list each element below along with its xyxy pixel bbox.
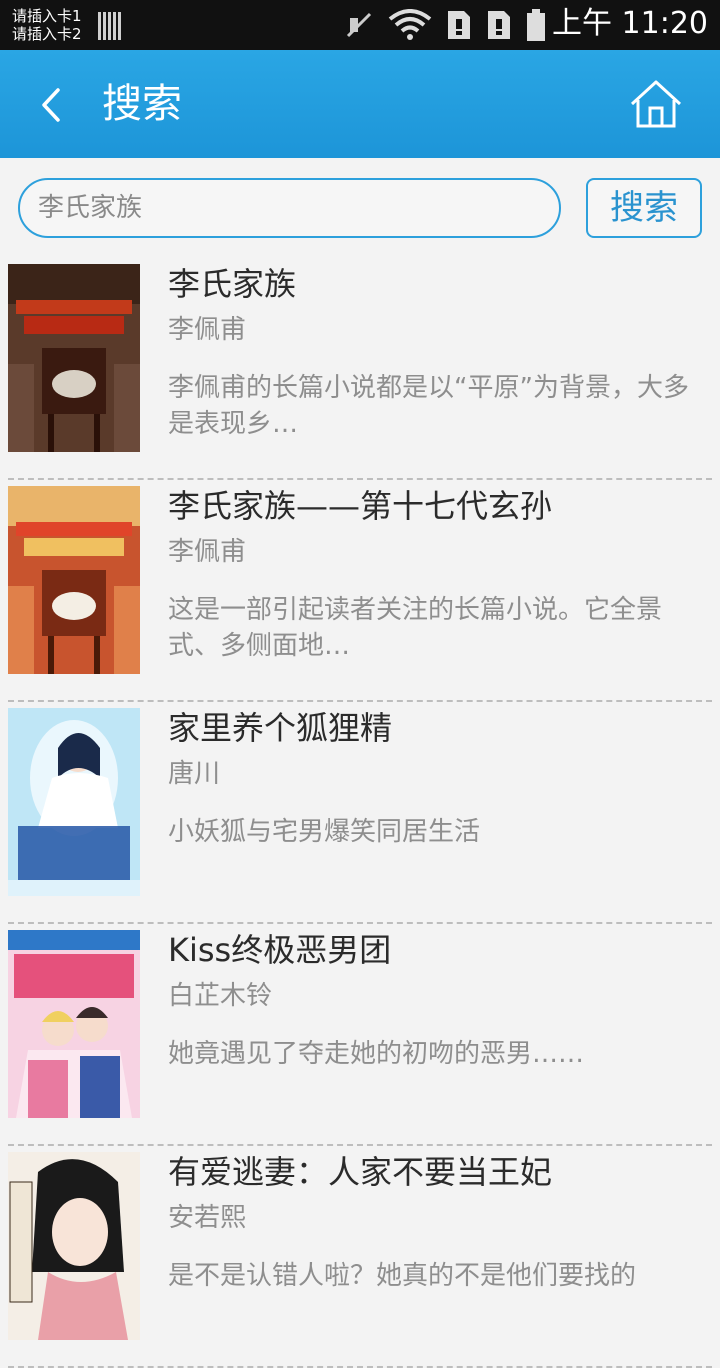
battery-icon (527, 9, 545, 41)
search-button[interactable]: 搜索 (586, 178, 702, 238)
book-title: 有爱逃妻：人家不要当王妃 (168, 1153, 553, 1191)
sim-card-icon (448, 11, 470, 39)
list-item[interactable]: 家里养个狐狸精 唐川 小妖狐与宅男爆笑同居生活 (0, 702, 720, 924)
status-icons (344, 8, 546, 42)
wifi-icon (388, 9, 432, 40)
back-button[interactable] (32, 80, 72, 130)
book-title: Kiss终极恶男团 (168, 931, 392, 969)
list-item[interactable]: 李氏家族 李佩甫 李佩甫的长篇小说都是以“平原”为背景，大多是表现乡… (0, 258, 720, 480)
page-title: 搜索 (102, 81, 182, 127)
book-author: 安若熙 (168, 1203, 247, 1233)
search-input[interactable]: 李氏家族 (18, 178, 561, 238)
book-author: 白芷木铃 (168, 981, 273, 1011)
list-item[interactable]: Kiss终极恶男团 白芷木铃 她竟遇见了夺走她的初吻的恶男…… (0, 924, 720, 1146)
sim1-text: 请插入卡1 (12, 7, 82, 25)
book-author: 唐川 (168, 759, 221, 789)
mute-icon (346, 12, 372, 38)
search-bar: 李氏家族 搜索 (0, 158, 720, 258)
book-description: 这是一部引起读者关注的长篇小说。它全景式、多侧面地… (168, 595, 663, 661)
book-cover (8, 486, 140, 674)
signal-icon (98, 10, 122, 40)
sim-status: 请插入卡1 请插入卡2 (12, 7, 82, 43)
home-button[interactable] (628, 78, 684, 130)
book-cover (8, 1152, 140, 1340)
book-description: 是不是认错人啦？她真的不是他们要找的 (168, 1261, 637, 1291)
status-bar: 请插入卡1 请插入卡2 上午 11:20 (0, 0, 720, 50)
book-cover (8, 264, 140, 452)
list-item[interactable]: 有爱逃妻：人家不要当王妃 安若熙 是不是认错人啦？她真的不是他们要找的 (0, 1146, 720, 1368)
book-cover (8, 930, 140, 1118)
book-description: 小妖狐与宅男爆笑同居生活 (168, 817, 481, 847)
book-title: 李氏家族 (168, 265, 297, 303)
result-list: 李氏家族 李佩甫 李佩甫的长篇小说都是以“平原”为背景，大多是表现乡… 李氏家族… (0, 258, 720, 1368)
book-description: 李佩甫的长篇小说都是以“平原”为背景，大多是表现乡… (168, 373, 689, 439)
book-author: 李佩甫 (168, 537, 247, 567)
book-description: 她竟遇见了夺走她的初吻的恶男…… (168, 1039, 585, 1069)
clock: 上午 11:20 (552, 6, 708, 41)
sim2-text: 请插入卡2 (12, 25, 82, 43)
book-cover (8, 708, 140, 896)
list-item[interactable]: 李氏家族——第十七代玄孙 李佩甫 这是一部引起读者关注的长篇小说。它全景式、多侧… (0, 480, 720, 702)
app-header: 搜索 (0, 50, 720, 158)
book-title: 李氏家族——第十七代玄孙 (168, 487, 553, 525)
book-title: 家里养个狐狸精 (168, 709, 393, 747)
book-author: 李佩甫 (168, 315, 247, 345)
sim-card-icon (488, 11, 510, 39)
